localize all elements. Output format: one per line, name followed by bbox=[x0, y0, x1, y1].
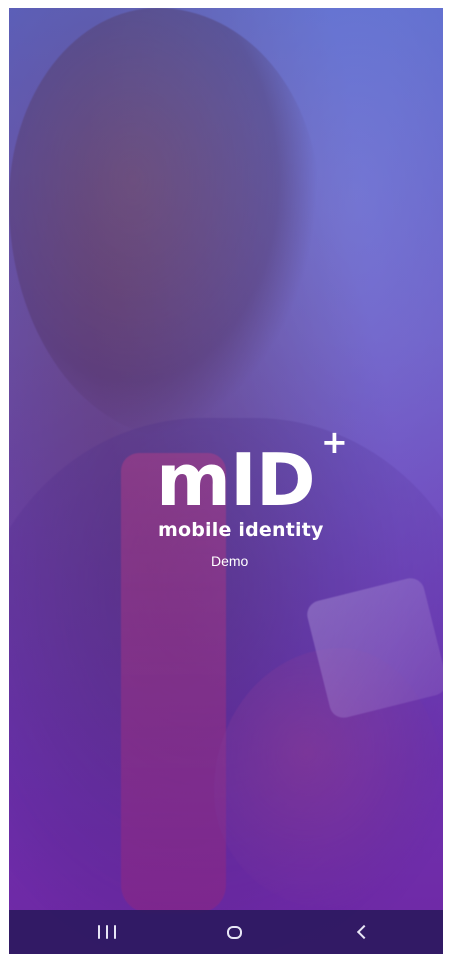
android-navigation-bar bbox=[9, 910, 443, 954]
recent-apps-button[interactable] bbox=[67, 910, 147, 954]
logo-plus-sign: + bbox=[321, 423, 348, 461]
back-icon bbox=[356, 924, 372, 940]
recent-apps-icon bbox=[98, 925, 116, 939]
home-button[interactable] bbox=[194, 910, 274, 954]
app-screen: mID + mobile identity Demo bbox=[9, 8, 443, 954]
logo-text: mID bbox=[156, 438, 316, 522]
app-logo: mID + mobile identity bbox=[156, 426, 386, 596]
back-button[interactable] bbox=[321, 910, 401, 954]
demo-label: Demo bbox=[211, 553, 249, 569]
home-icon bbox=[226, 925, 242, 939]
logo-tagline: mobile identity bbox=[158, 519, 324, 541]
